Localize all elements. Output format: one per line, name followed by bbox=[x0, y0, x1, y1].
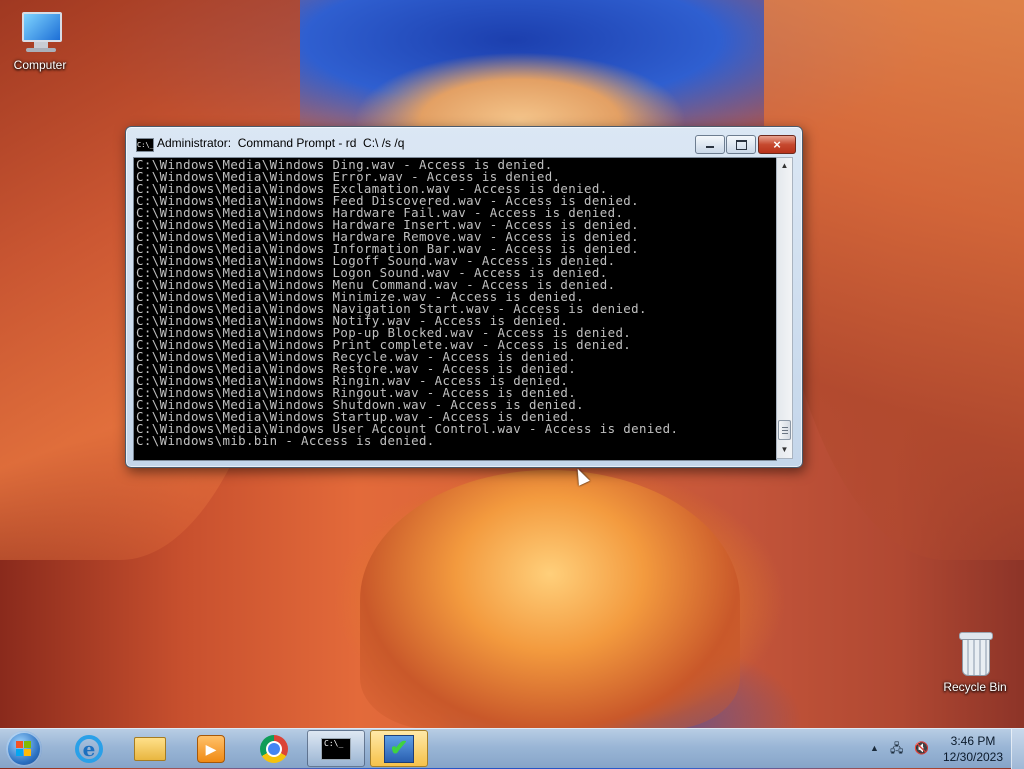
clock-date: 12/30/2023 bbox=[942, 750, 1004, 764]
scroll-thumb[interactable] bbox=[778, 420, 791, 440]
command-prompt-icon: C:\_ bbox=[321, 737, 351, 760]
show-desktop-button[interactable] bbox=[1011, 729, 1024, 769]
system-clock[interactable]: 3:46 PM 12/30/2023 bbox=[940, 733, 1006, 765]
console-line: C:\Windows\mib.bin - Access is denied. bbox=[136, 433, 435, 448]
taskbar-command-prompt[interactable]: C:\_ bbox=[307, 730, 365, 767]
close-icon: × bbox=[773, 137, 781, 152]
clock-time: 3:46 PM bbox=[950, 734, 996, 748]
maximize-icon bbox=[736, 140, 747, 150]
close-button[interactable]: × bbox=[758, 135, 796, 154]
media-player-icon: ▶ bbox=[197, 734, 225, 763]
volume-muted-icon[interactable]: 🔇 bbox=[914, 741, 930, 756]
wallpaper-rock-right bbox=[764, 0, 1024, 560]
taskbar-file-explorer[interactable] bbox=[121, 730, 179, 767]
wallpaper-arch bbox=[360, 470, 740, 730]
desktop-icon-label: Recycle Bin bbox=[943, 680, 1007, 694]
taskbar-chrome[interactable] bbox=[245, 730, 303, 767]
file-explorer-icon bbox=[134, 736, 166, 761]
taskbar: e ▶ C:\_ ✔ ▲ 🖧 🔇 3:46 PM 12/30/2023 bbox=[0, 728, 1024, 769]
maximize-button[interactable] bbox=[726, 135, 756, 154]
desktop-icon-label: Computer bbox=[13, 58, 67, 72]
cmd-title-icon: C:\_ bbox=[136, 138, 154, 152]
vertical-scrollbar[interactable]: ▲ ▼ bbox=[776, 157, 793, 459]
desktop-icon-recycle-bin[interactable]: Recycle Bin bbox=[935, 632, 1015, 694]
computer-icon bbox=[18, 10, 62, 54]
chrome-icon bbox=[260, 734, 288, 763]
console-lines: C:\Windows\Media\Windows Ding.wav - Acce… bbox=[134, 158, 776, 447]
minimize-button[interactable] bbox=[695, 135, 725, 154]
taskbar-media-player[interactable]: ▶ bbox=[182, 730, 240, 767]
command-prompt-window[interactable]: C:\_ Administrator: Command Prompt - rd … bbox=[125, 126, 803, 468]
window-titlebar[interactable]: C:\_ Administrator: Command Prompt - rd … bbox=[126, 127, 802, 157]
scroll-up-button[interactable]: ▲ bbox=[777, 158, 792, 174]
windows-logo-icon bbox=[16, 741, 32, 757]
internet-explorer-icon: e bbox=[75, 734, 103, 763]
desktop-icon-computer[interactable]: Computer bbox=[0, 10, 80, 72]
network-icon[interactable]: 🖧 bbox=[890, 741, 906, 756]
scroll-down-button[interactable]: ▼ bbox=[777, 442, 792, 458]
console-output[interactable]: C:\Windows\Media\Windows Ding.wav - Acce… bbox=[133, 157, 777, 461]
recycle-bin-icon bbox=[957, 632, 993, 676]
window-title: Administrator: Command Prompt - rd C:\ /… bbox=[157, 136, 405, 150]
show-hidden-icons-button[interactable]: ▲ bbox=[870, 743, 879, 753]
checkmark-app-icon: ✔ bbox=[384, 734, 414, 763]
minimize-icon bbox=[706, 146, 714, 148]
taskbar-internet-explorer[interactable]: e bbox=[60, 730, 118, 767]
taskbar-checkmark-app[interactable]: ✔ bbox=[370, 730, 428, 767]
start-button[interactable] bbox=[6, 731, 42, 767]
